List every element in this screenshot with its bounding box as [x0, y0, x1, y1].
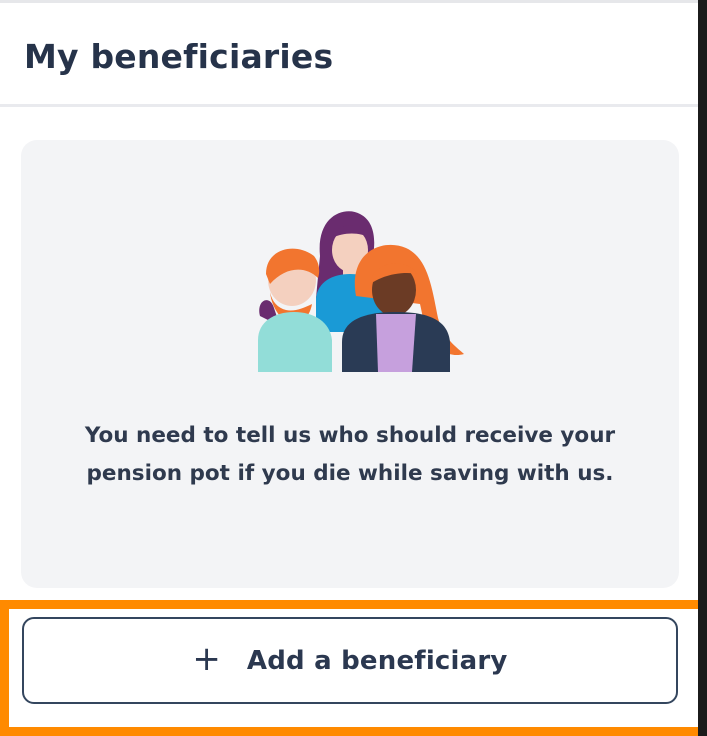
plus-icon: +: [192, 638, 221, 679]
card-title: My beneficiaries: [24, 37, 334, 76]
card-header: My beneficiaries: [0, 3, 698, 107]
empty-state-panel: You need to tell us who should receive y…: [21, 140, 679, 588]
group-of-people-icon: [258, 211, 464, 372]
add-beneficiary-label: Add a beneficiary: [246, 645, 508, 676]
add-beneficiary-button[interactable]: + Add a beneficiary: [22, 617, 678, 704]
window-edge: [698, 0, 707, 736]
empty-state-message: You need to tell us who should receive y…: [84, 423, 616, 486]
screen: My beneficiaries You need to tell us who…: [0, 0, 707, 736]
